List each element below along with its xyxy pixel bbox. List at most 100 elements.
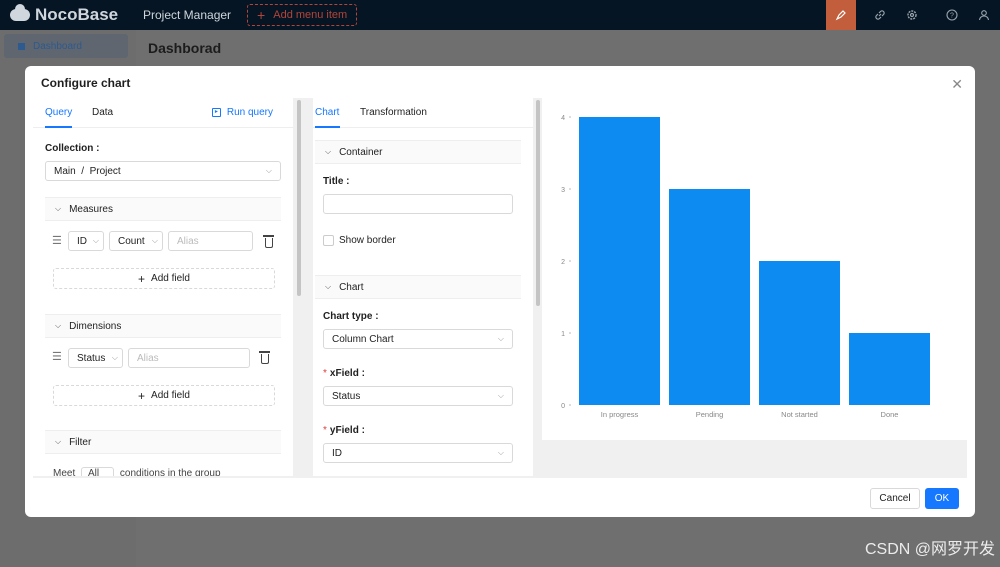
run-query-label: Run query: [226, 107, 273, 118]
close-icon[interactable]: ✕: [951, 76, 963, 93]
dimensions-add-field-button[interactable]: + Add field: [53, 385, 275, 406]
query-panel: Query Data ▸ Run query Collection : Main…: [33, 98, 293, 476]
show-border-checkbox[interactable]: [323, 235, 334, 246]
measure-aggregation-select[interactable]: Count ⌵: [109, 231, 163, 251]
chart-title-input[interactable]: [323, 194, 513, 214]
active-tab-indicator: [315, 126, 340, 128]
run-query-button[interactable]: ▸ Run query: [211, 107, 273, 118]
measure-field-select[interactable]: ID ⌵: [68, 231, 104, 251]
bar[interactable]: [759, 261, 840, 405]
tab-data[interactable]: Data: [92, 107, 113, 118]
dimension-field-value: Status: [77, 352, 106, 364]
chart-section-title: Chart: [339, 281, 364, 293]
collection-select[interactable]: Main / Project ⌵: [45, 161, 281, 181]
query-panel-scrollbar[interactable]: [297, 100, 301, 296]
chart-type-select[interactable]: Column Chart ⌵: [323, 329, 513, 349]
chart-panel-scrollbar[interactable]: [536, 100, 540, 306]
xfield-select[interactable]: Status ⌵: [323, 386, 513, 406]
yfield-value: ID: [332, 447, 342, 459]
nocobase-logo[interactable]: NocoBase: [10, 4, 135, 25]
y-tick-label: 1: [561, 331, 565, 338]
caret-down-icon: ⌵: [55, 204, 62, 213]
configure-chart-modal: Configure chart ✕ Query Data ▸ Run query…: [25, 66, 975, 517]
top-navigation-bar: NocoBase Project Manager + Add menu item…: [0, 0, 1000, 30]
x-tick-label: In progress: [601, 410, 639, 419]
y-tick-label: 4: [561, 115, 565, 122]
sidebar-item-dashboard[interactable]: Dashboard: [4, 34, 128, 58]
svg-text:?: ?: [950, 13, 954, 20]
page-title: Dashborad: [148, 40, 222, 56]
add-menu-item-button[interactable]: + Add menu item: [247, 4, 358, 26]
highlighter-icon[interactable]: [826, 0, 856, 30]
tab-chart[interactable]: Chart: [315, 107, 339, 118]
chart-type-label: Chart type :: [323, 311, 379, 322]
drag-handle-icon[interactable]: ☰: [52, 350, 62, 363]
sidebar-item-label: Dashboard: [33, 40, 82, 52]
help-icon[interactable]: ?: [936, 0, 968, 30]
container-section-header[interactable]: ⌵ Container: [315, 140, 521, 164]
x-tick-label: Done: [881, 410, 899, 419]
container-title: Container: [339, 146, 383, 158]
collection-value: Main / Project: [54, 165, 121, 177]
trash-icon[interactable]: [259, 351, 270, 364]
chart-section-header[interactable]: ⌵ Chart: [315, 275, 521, 299]
trash-icon[interactable]: [263, 235, 274, 248]
add-field-label: Add field: [151, 390, 190, 401]
plus-icon: +: [257, 7, 266, 23]
cancel-button[interactable]: Cancel: [870, 488, 920, 509]
bar[interactable]: [849, 333, 930, 405]
active-tab-indicator: [45, 126, 72, 128]
watermark-text: CSDN @网罗开发: [864, 541, 995, 558]
gear-icon[interactable]: [896, 0, 928, 30]
dashboard-icon: [18, 42, 25, 50]
chevron-down-icon: ⌵: [111, 353, 118, 362]
dimension-alias-input[interactable]: Alias: [128, 348, 250, 368]
filter-meet-select[interactable]: All: [81, 467, 115, 476]
dimensions-title: Dimensions: [69, 320, 122, 332]
caret-down-icon: ⌵: [325, 147, 332, 156]
ok-button[interactable]: OK: [925, 488, 959, 509]
chevron-down-icon: ⌵: [92, 236, 99, 245]
filter-meet-text: Meet All conditions in the group: [53, 467, 221, 476]
caret-down-icon: ⌵: [55, 321, 62, 330]
chevron-down-icon: ⌵: [265, 166, 272, 175]
xfield-value: Status: [332, 390, 361, 402]
tab-query[interactable]: Query: [45, 107, 72, 118]
add-menu-item-label: Add menu item: [273, 9, 348, 21]
yfield-select[interactable]: ID ⌵: [323, 443, 513, 463]
title-label: Title :: [323, 176, 350, 187]
bar[interactable]: [579, 117, 660, 405]
measure-alias-input[interactable]: Alias: [168, 231, 253, 251]
plus-icon: +: [138, 388, 146, 403]
tab-transformation[interactable]: Transformation: [360, 107, 427, 118]
show-border-label: Show border: [339, 235, 396, 246]
filter-section-header[interactable]: ⌵ Filter: [45, 430, 281, 454]
add-field-label: Add field: [151, 273, 190, 284]
measures-add-field-button[interactable]: + Add field: [53, 268, 275, 289]
xfield-label: * xField :: [323, 368, 365, 379]
column-chart: 0 1 2 3 4 In progress Pending Not started Done: [561, 115, 930, 419]
modal-body: Query Data ▸ Run query Collection : Main…: [33, 98, 967, 478]
filter-title: Filter: [69, 436, 92, 448]
dimension-field-select[interactable]: Status ⌵: [68, 348, 123, 368]
user-icon[interactable]: [968, 0, 1000, 30]
chevron-down-icon: ⌵: [497, 334, 504, 343]
drag-handle-icon[interactable]: ☰: [52, 234, 62, 247]
measure-field-value: ID: [77, 235, 87, 247]
measure-aggregation-value: Count: [118, 235, 145, 247]
alias-placeholder: Alias: [137, 352, 159, 364]
y-tick-label: 2: [561, 259, 565, 266]
project-manager-menu[interactable]: Project Manager: [143, 8, 231, 22]
cloud-logo-icon: [10, 4, 30, 21]
link-icon[interactable]: [864, 0, 896, 30]
bar[interactable]: [669, 189, 750, 405]
x-tick-label: Not started: [781, 410, 818, 419]
chevron-down-icon: ⌵: [497, 391, 504, 400]
measures-section-header[interactable]: ⌵ Measures: [45, 197, 281, 221]
chart-preview-panel: 0 1 2 3 4 In progress Pending Not started Done: [542, 98, 967, 440]
modal-title: Configure chart: [41, 76, 131, 90]
dimensions-section-header[interactable]: ⌵ Dimensions: [45, 314, 281, 338]
measures-title: Measures: [69, 203, 113, 215]
chart-type-value: Column Chart: [332, 333, 394, 345]
chevron-down-icon: ⌵: [497, 448, 504, 457]
